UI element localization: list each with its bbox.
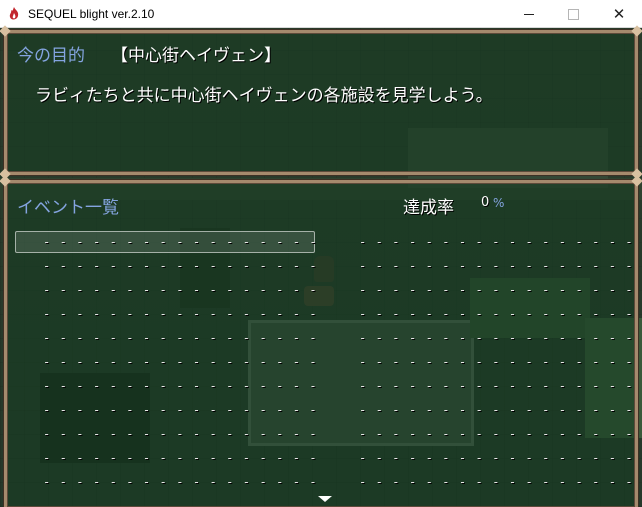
goal-description: ラビィたちと共に中心街ヘイヴェンの各施設を見学しよう。 <box>35 86 493 106</box>
event-list-item[interactable]: - - - - - - - - - - - - - - - - - <box>359 447 634 469</box>
close-icon: ✕ <box>612 4 626 23</box>
maximize-icon <box>567 8 579 20</box>
event-list-item[interactable]: - - - - - - - - - - - - - - - - - <box>43 231 318 253</box>
window-titlebar: SEQUEL blight ver.2.10 ✕ <box>0 0 642 28</box>
goal-window: 今の目的 【中心街ヘイヴェン】 ラビィたちと共に中心街ヘイヴェンの各施設を見学し… <box>0 25 642 180</box>
minimize-icon <box>524 13 534 15</box>
goal-area: 【中心街ヘイヴェン】 <box>111 46 281 66</box>
event-list-item[interactable]: - - - - - - - - - - - - - - - - - <box>43 351 318 373</box>
event-list-item[interactable]: - - - - - - - - - - - - - - - - - <box>359 303 634 325</box>
event-list-item[interactable]: - - - - - - - - - - - - - - - - - <box>359 255 634 277</box>
close-button[interactable]: ✕ <box>596 0 642 28</box>
event-list-item[interactable]: - - - - - - - - - - - - - - - - - <box>359 327 634 349</box>
app-flame-icon <box>9 6 19 20</box>
event-list-item[interactable]: - - - - - - - - - - - - - - - - - <box>43 303 318 325</box>
window-title: SEQUEL blight ver.2.10 <box>28 6 155 21</box>
event-list-item[interactable]: - - - - - - - - - - - - - - - - - <box>43 399 318 421</box>
event-list: - - - - - - - - - - - - - - - - -- - - -… <box>7 183 635 507</box>
scroll-down-icon[interactable] <box>318 496 332 502</box>
goal-label: 今の目的 <box>17 46 85 66</box>
event-list-item[interactable]: - - - - - - - - - - - - - - - - - <box>359 471 634 493</box>
event-list-item[interactable]: - - - - - - - - - - - - - - - - - <box>43 279 318 301</box>
minimize-button[interactable] <box>506 0 552 28</box>
event-list-item[interactable]: - - - - - - - - - - - - - - - - - <box>43 423 318 445</box>
event-list-item[interactable]: - - - - - - - - - - - - - - - - - <box>43 447 318 469</box>
event-list-item[interactable]: - - - - - - - - - - - - - - - - - <box>359 351 634 373</box>
event-list-item[interactable]: - - - - - - - - - - - - - - - - - <box>43 471 318 493</box>
event-list-item[interactable]: - - - - - - - - - - - - - - - - - <box>43 375 318 397</box>
event-list-item[interactable]: - - - - - - - - - - - - - - - - - <box>359 231 634 253</box>
event-list-item[interactable]: - - - - - - - - - - - - - - - - - <box>43 255 318 277</box>
maximize-button[interactable] <box>550 0 596 28</box>
event-list-item[interactable]: - - - - - - - - - - - - - - - - - <box>43 327 318 349</box>
event-list-item[interactable]: - - - - - - - - - - - - - - - - - <box>359 399 634 421</box>
event-list-item[interactable]: - - - - - - - - - - - - - - - - - <box>359 279 634 301</box>
event-list-item[interactable]: - - - - - - - - - - - - - - - - - <box>359 423 634 445</box>
event-list-item[interactable]: - - - - - - - - - - - - - - - - - <box>359 375 634 397</box>
events-window: イベント一覧 達成率 0 % - - - - - - - - - - - - -… <box>0 175 642 507</box>
